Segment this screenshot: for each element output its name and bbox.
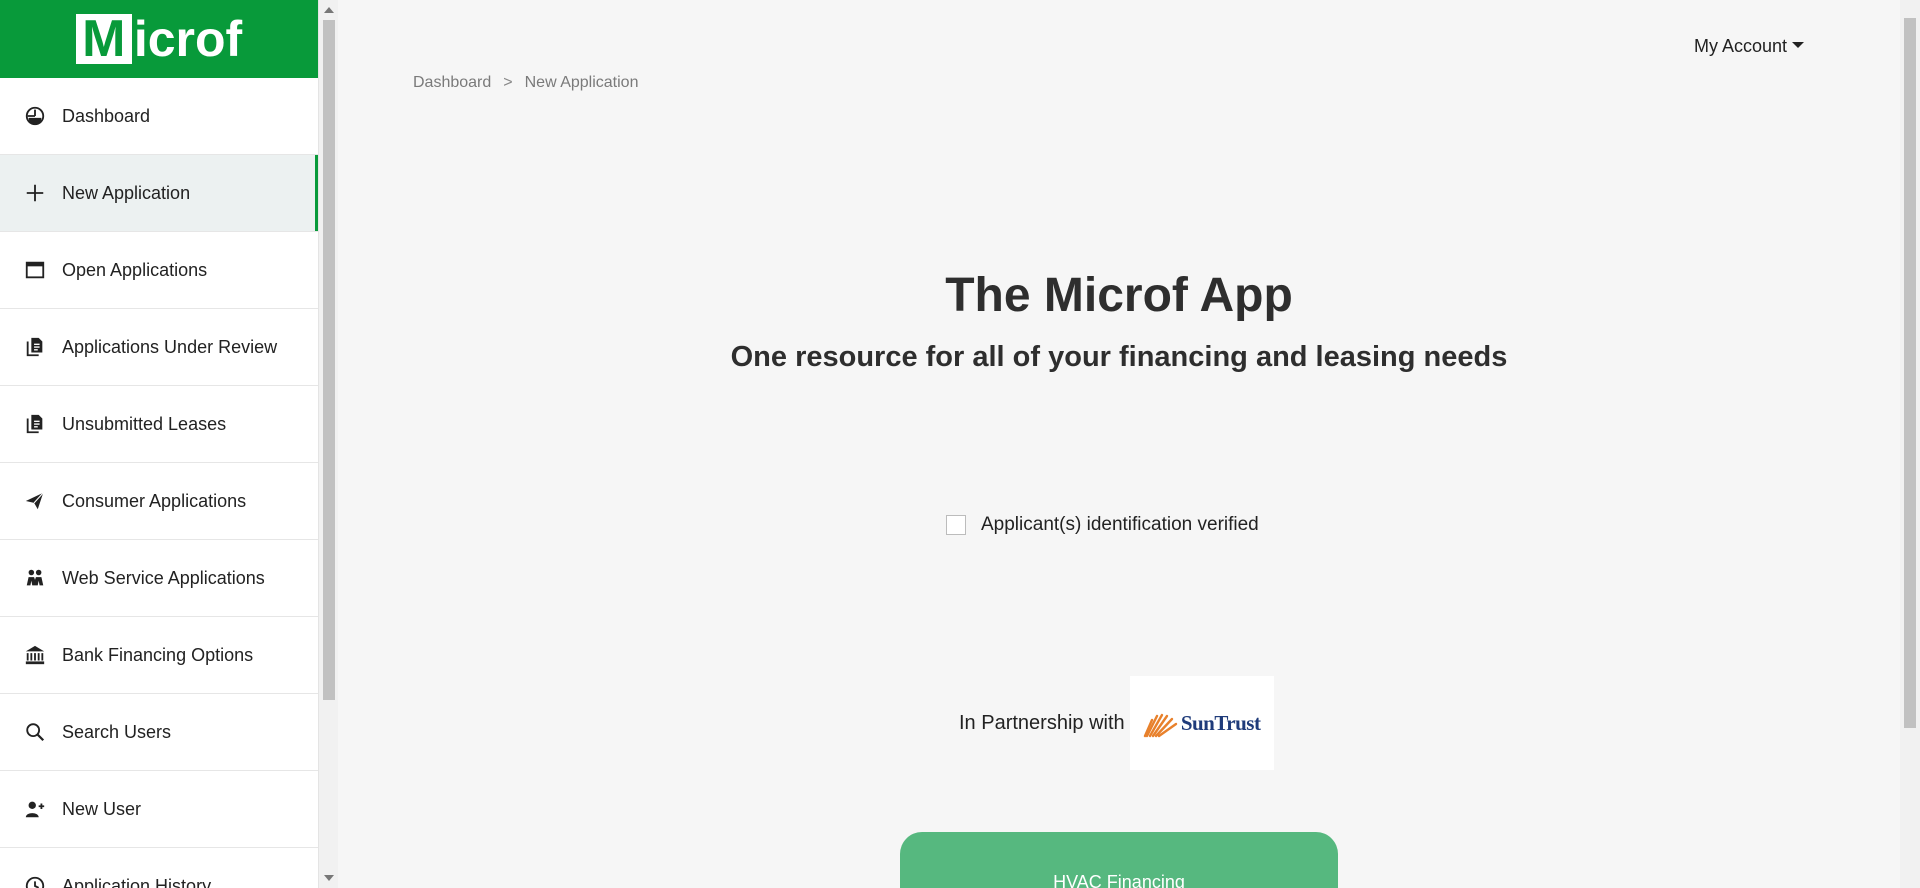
page-scrollbar-thumb[interactable]	[1904, 18, 1916, 728]
microf-logo[interactable]: M icrof	[75, 11, 243, 67]
sidebar-item-label: Open Applications	[62, 259, 208, 280]
sidebar-item-bank-financing-options[interactable]: Bank Financing Options	[0, 617, 318, 694]
paper-plane-icon	[22, 488, 48, 514]
suntrust-wordmark: SunTrust	[1180, 710, 1261, 735]
breadcrumb-dashboard-link[interactable]: Dashboard	[413, 74, 491, 92]
main-content: My Account Dashboard > New Application T…	[338, 0, 1900, 888]
sidebar-item-application-history[interactable]: Application History	[0, 848, 318, 888]
breadcrumb: Dashboard > New Application	[413, 74, 638, 92]
caret-down-icon	[1792, 41, 1804, 48]
sidebar-item-label: Consumer Applications	[62, 490, 247, 511]
sidebar-item-new-user[interactable]: New User	[0, 771, 318, 848]
dashboard-gauge-icon	[22, 103, 48, 129]
search-icon	[22, 719, 48, 745]
sidebar-item-applications-under-review[interactable]: Applications Under Review	[0, 309, 318, 386]
scroll-down-arrow-icon[interactable]	[324, 875, 334, 881]
page-scrollbar[interactable]	[1900, 0, 1920, 888]
plus-icon	[22, 180, 48, 206]
clock-icon	[22, 873, 48, 888]
identification-verified-checkbox-row[interactable]: Applicant(s) identification verified	[946, 514, 1259, 536]
partnership-section: In Partnership with SunTrust	[959, 676, 1274, 770]
my-account-label: My Account	[1693, 36, 1787, 56]
logo-letter: M	[75, 13, 132, 65]
sidebar-item-label: Bank Financing Options	[62, 644, 254, 665]
documents-icon	[22, 334, 48, 360]
logo-text: icrof	[133, 11, 243, 67]
sidebar-item-label: New User	[62, 798, 142, 819]
sidebar-item-label: Applications Under Review	[62, 336, 278, 357]
logo-bar: M icrof	[0, 0, 318, 78]
sidebar-item-search-users[interactable]: Search Users	[0, 694, 318, 771]
page-title: The Microf App	[945, 269, 1293, 322]
suntrust-logo: SunTrust	[1129, 676, 1274, 770]
sidebar-item-label: Dashboard	[62, 105, 151, 126]
my-account-dropdown[interactable]: My Account	[1694, 36, 1804, 57]
identification-verified-checkbox[interactable]	[946, 515, 966, 535]
identification-verified-label: Applicant(s) identification verified	[981, 514, 1259, 535]
sidebar-item-label: Search Users	[62, 721, 172, 742]
scroll-up-arrow-icon[interactable]	[324, 7, 334, 13]
people-icon	[22, 565, 48, 591]
sidebar: M icrof Dashboard New Application Open A…	[0, 0, 318, 888]
breadcrumb-separator: >	[503, 74, 513, 91]
sidebar-scrollbar-thumb[interactable]	[323, 20, 335, 700]
sunburst-icon	[1143, 713, 1178, 738]
window-icon	[22, 257, 48, 283]
add-user-icon	[22, 796, 48, 822]
sidebar-item-label: Unsubmitted Leases	[62, 413, 227, 434]
sidebar-item-label: New Application	[62, 182, 191, 203]
sidebar-item-web-service-applications[interactable]: Web Service Applications	[0, 540, 318, 617]
hvac-financing-button[interactable]: HVAC Financing	[900, 832, 1338, 888]
partnership-label: In Partnership with	[959, 711, 1125, 734]
sidebar-item-new-application[interactable]: New Application	[0, 155, 318, 232]
sidebar-scrollbar[interactable]	[318, 0, 338, 888]
documents-icon	[22, 411, 48, 437]
sidebar-item-dashboard[interactable]: Dashboard	[0, 78, 318, 155]
sidebar-item-open-applications[interactable]: Open Applications	[0, 232, 318, 309]
sidebar-item-unsubmitted-leases[interactable]: Unsubmitted Leases	[0, 386, 318, 463]
sidebar-item-label: Web Service Applications	[62, 567, 265, 588]
page-subtitle: One resource for all of your financing a…	[730, 341, 1508, 373]
breadcrumb-current: New Application	[524, 74, 639, 91]
bank-icon	[22, 642, 48, 668]
sidebar-item-consumer-applications[interactable]: Consumer Applications	[0, 463, 318, 540]
sidebar-item-label: Application History	[62, 875, 212, 888]
